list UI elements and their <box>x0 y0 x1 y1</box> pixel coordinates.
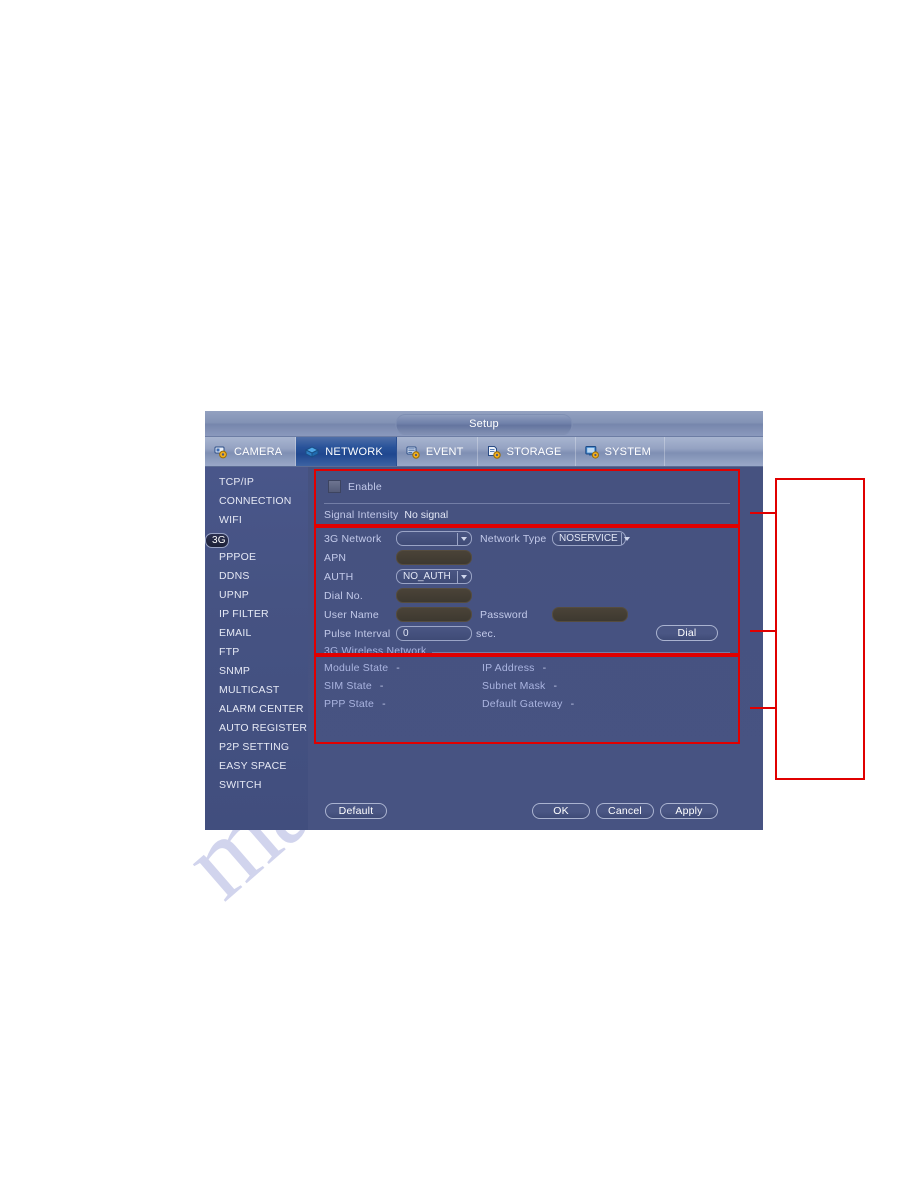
signal-intensity-label: Signal Intensity <box>324 509 399 521</box>
annotation-connector-3 <box>750 707 777 709</box>
password-input[interactable] <box>552 607 628 622</box>
ok-button[interactable]: OK <box>532 803 590 819</box>
chevron-down-icon <box>620 532 633 545</box>
auth-select-value: NO_AUTH <box>403 571 451 582</box>
camera-gear-icon <box>214 445 229 459</box>
storage-gear-icon <box>487 445 502 459</box>
sidebar-item-tcpip[interactable]: TCP/IP <box>205 473 308 492</box>
sidebar-item-easy-space[interactable]: EASY SPACE <box>205 757 308 776</box>
sim-state-label: SIM State <box>324 680 372 692</box>
sidebar-item-wifi[interactable]: WIFI <box>205 511 308 530</box>
enable-section: Enable Signal Intensity No signal <box>314 469 740 526</box>
sidebar-item-pppoe[interactable]: PPPOE <box>205 548 308 567</box>
sidebar-item-ddns[interactable]: DDNS <box>205 567 308 586</box>
main-tabs: CAMERA NETWORK EVENT STORAGE SYSTEM <box>205 437 763 467</box>
tab-storage-label: STORAGE <box>506 445 562 458</box>
dial-no-label: Dial No. <box>324 590 363 602</box>
dialog-footer: Default OK Cancel Apply <box>308 803 763 821</box>
sim-state-value: - <box>379 680 384 692</box>
network-type-label: Network Type <box>480 533 547 545</box>
sidebar-item-multicast[interactable]: MULTICAST <box>205 681 308 700</box>
page-root: manualslib.com Setup CAMERA <box>0 0 918 1188</box>
ppp-state-label: PPP State <box>324 698 375 710</box>
status-section: Module State - IP Address - SIM State - … <box>314 655 740 744</box>
sidebar-item-p2p-setting[interactable]: P2P SETTING <box>205 738 308 757</box>
sidebar-item-connection[interactable]: CONNECTION <box>205 492 308 511</box>
chevron-down-icon <box>457 532 469 545</box>
dialog-titlebar: Setup <box>205 411 763 437</box>
network-select[interactable] <box>396 531 472 546</box>
enable-label: Enable <box>348 480 382 493</box>
subnet-mask-value: - <box>553 680 558 692</box>
sidebar-item-upnp[interactable]: UPNP <box>205 586 308 605</box>
tab-system[interactable]: SYSTEM <box>576 437 666 466</box>
sidebar-item-email[interactable]: EMAIL <box>205 624 308 643</box>
enable-checkbox[interactable] <box>328 480 341 493</box>
dialog-body: TCP/IP CONNECTION WIFI 3G PPPOE DDNS UPN… <box>205 467 763 830</box>
apply-button[interactable]: Apply <box>660 803 718 819</box>
network-type-value: NOSERVICE <box>559 533 618 544</box>
tab-camera[interactable]: CAMERA <box>205 437 297 466</box>
pulse-interval-unit: sec. <box>476 628 497 640</box>
default-button[interactable]: Default <box>325 803 387 819</box>
sidebar-item-auto-register[interactable]: AUTO REGISTER <box>205 719 308 738</box>
tabstrip-filler <box>665 437 763 466</box>
setup-dialog: Setup CAMERA NETWORK EVENT STORAGE SYSTE… <box>205 411 763 830</box>
annotation-callout-box <box>775 478 865 780</box>
network-icon <box>305 445 320 459</box>
subnet-mask-label: Subnet Mask <box>482 680 546 692</box>
sidebar-item-alarm-center[interactable]: ALARM CENTER <box>205 700 308 719</box>
ppp-state-value: - <box>382 698 386 710</box>
user-name-label: User Name <box>324 609 379 621</box>
apn-input[interactable] <box>396 550 472 565</box>
module-state-label: Module State <box>324 662 389 674</box>
sidebar-item-snmp[interactable]: SNMP <box>205 662 308 681</box>
tab-camera-label: CAMERA <box>234 445 283 458</box>
network-label: 3G Network <box>324 533 382 545</box>
dial-button[interactable]: Dial <box>656 625 718 641</box>
sidebar-item-ftp[interactable]: FTP <box>205 643 308 662</box>
tab-storage[interactable]: STORAGE <box>478 437 576 466</box>
auth-label: AUTH <box>324 571 354 583</box>
ip-address-value: - <box>542 662 547 674</box>
signal-intensity-value: No signal <box>404 509 449 521</box>
default-gateway-value: - <box>570 698 575 710</box>
network-type-select[interactable]: NOSERVICE <box>552 531 631 546</box>
module-state-value: - <box>396 662 400 674</box>
pulse-interval-input[interactable]: 0 <box>396 626 472 641</box>
password-label: Password <box>480 609 528 621</box>
system-gear-icon <box>584 445 600 459</box>
default-gateway-label: Default Gateway <box>482 698 563 710</box>
sidebar-item-switch[interactable]: SWITCH <box>205 776 308 795</box>
settings-sidebar: TCP/IP CONNECTION WIFI 3G PPPOE DDNS UPN… <box>205 467 308 830</box>
wireless-network-divider <box>432 652 730 653</box>
chevron-down-icon <box>457 570 469 583</box>
config-section: 3G Network Network Type NOSERVICE APN AU <box>314 526 740 657</box>
ip-address-label: IP Address <box>482 662 535 674</box>
sidebar-item-3g[interactable]: 3G <box>205 533 229 548</box>
tab-system-label: SYSTEM <box>604 445 652 458</box>
event-gear-icon <box>406 445 421 459</box>
dial-no-input[interactable] <box>396 588 472 603</box>
sidebar-item-ip-filter[interactable]: IP FILTER <box>205 605 308 624</box>
apn-label: APN <box>324 552 347 564</box>
pulse-interval-label: Pulse Interval <box>324 628 391 640</box>
tab-network-label: NETWORK <box>325 445 383 458</box>
user-name-input[interactable] <box>396 607 472 622</box>
tab-event[interactable]: EVENT <box>397 437 478 466</box>
dialog-title: Setup <box>395 414 573 435</box>
annotation-connector-1 <box>750 512 777 514</box>
cancel-button[interactable]: Cancel <box>596 803 654 819</box>
tab-network[interactable]: NETWORK <box>296 437 397 466</box>
auth-select[interactable]: NO_AUTH <box>396 569 472 584</box>
tab-event-label: EVENT <box>425 445 464 458</box>
annotation-connector-2 <box>750 630 777 632</box>
settings-content: Enable Signal Intensity No signal 3G Net… <box>308 467 763 830</box>
enable-divider <box>324 503 730 504</box>
